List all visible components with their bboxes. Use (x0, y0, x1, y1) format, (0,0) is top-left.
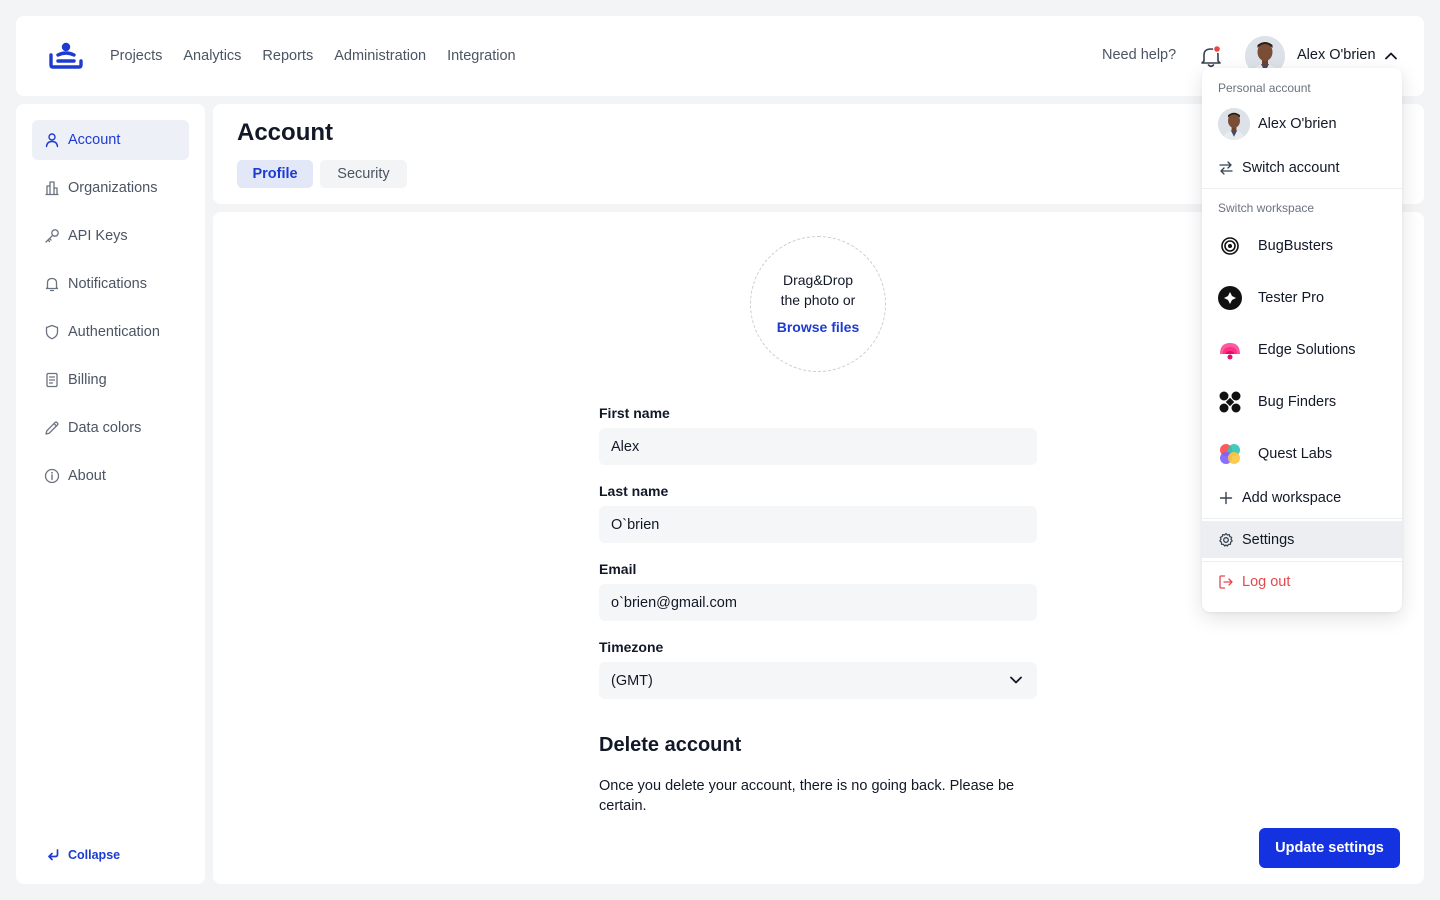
sidebar-item-organizations[interactable]: Organizations (32, 168, 189, 208)
timezone-value: (GMT) (611, 672, 653, 689)
page-title: Account (237, 119, 333, 146)
sidebar-item-authentication[interactable]: Authentication (32, 312, 189, 352)
logout-icon (1218, 574, 1234, 590)
first-name-value: Alex (611, 438, 640, 455)
workspace-label: Bug Finders (1258, 394, 1337, 410)
user-dropdown-menu: Personal account Alex O'brien Switch acc… (1202, 68, 1402, 612)
menu-divider (1202, 561, 1402, 562)
last-name-value: O`brien (611, 516, 660, 533)
tab-profile[interactable]: Profile (237, 160, 313, 188)
last-name-input[interactable]: O`brien (599, 506, 1037, 543)
photo-dropzone[interactable]: Drag&Drop the photo or Browse files (750, 236, 886, 372)
personal-account-item[interactable]: Alex O'brien (1202, 108, 1402, 140)
timezone-label: Timezone (599, 639, 664, 655)
swap-arrows-icon (1218, 160, 1234, 176)
switch-workspace-section-label: Switch workspace (1218, 201, 1315, 215)
sidebar-item-about[interactable]: About (32, 456, 189, 496)
sidebar-item-label: API Keys (68, 228, 128, 244)
quest-labs-logo-icon (1218, 442, 1242, 466)
sidebar-item-notifications[interactable]: Notifications (32, 264, 189, 304)
nav-analytics[interactable]: Analytics (183, 48, 241, 64)
edge-solutions-logo-icon (1218, 338, 1242, 362)
log-out-item[interactable]: Log out (1202, 570, 1402, 594)
settings-label: Settings (1242, 531, 1295, 548)
workspace-item-bug-finders[interactable]: Bug Finders (1202, 390, 1402, 414)
tester-pro-logo-icon (1218, 286, 1242, 310)
update-settings-button[interactable]: Update settings (1259, 828, 1400, 868)
return-arrow-icon (48, 849, 59, 861)
sidebar-item-account[interactable]: Account (32, 120, 189, 160)
chevron-up-icon[interactable] (1384, 49, 1398, 63)
timezone-select[interactable]: (GMT) (599, 662, 1037, 699)
workspace-item-bugbusters[interactable]: BugBusters (1202, 234, 1402, 258)
user-icon (44, 132, 60, 148)
collapse-sidebar-button[interactable]: Collapse (46, 848, 120, 862)
shield-icon (44, 324, 60, 340)
personal-account-section-label: Personal account (1218, 81, 1311, 95)
email-value: o`brien@gmail.com (611, 594, 737, 611)
sidebar-item-label: Notifications (68, 276, 147, 292)
first-name-input[interactable]: Alex (599, 428, 1037, 465)
sidebar-item-api-keys[interactable]: API Keys (32, 216, 189, 256)
switch-account-label: Switch account (1242, 160, 1340, 176)
last-name-label: Last name (599, 483, 669, 499)
notifications-bell-icon[interactable] (1200, 44, 1222, 68)
workspace-label: Tester Pro (1258, 290, 1325, 306)
app-logo-icon[interactable] (48, 42, 84, 70)
first-name-label: First name (599, 405, 670, 421)
gear-icon (1218, 532, 1234, 548)
switch-account-item[interactable]: Switch account (1202, 156, 1402, 180)
receipt-icon (44, 372, 60, 388)
menu-divider (1202, 518, 1402, 519)
sidebar-item-label: About (68, 468, 106, 484)
workspace-item-tester-pro[interactable]: Tester Pro (1202, 286, 1402, 310)
add-workspace-label: Add workspace (1242, 490, 1342, 506)
workspace-label: BugBusters (1258, 238, 1333, 254)
dropzone-text-line1: Drag&Drop (782, 272, 854, 288)
building-icon (44, 180, 60, 196)
sidebar-item-label: Data colors (68, 420, 142, 436)
workspace-item-edge-solutions[interactable]: Edge Solutions (1202, 338, 1402, 362)
nav-reports[interactable]: Reports (262, 48, 313, 64)
nav-projects[interactable]: Projects (110, 48, 162, 64)
key-icon (44, 228, 60, 244)
notification-dot (1213, 44, 1222, 54)
bell-icon (44, 276, 60, 292)
settings-sidebar: Account Organizations API Keys Notificat… (16, 104, 205, 884)
workspace-label: Quest Labs (1258, 446, 1333, 462)
sidebar-item-label: Billing (68, 372, 107, 388)
sidebar-item-label: Account (68, 132, 121, 148)
personal-account-name: Alex O'brien (1258, 116, 1337, 132)
sidebar-item-billing[interactable]: Billing (32, 360, 189, 400)
chevron-down-icon (1010, 676, 1022, 684)
user-avatar-small (1218, 108, 1250, 140)
collapse-label: Collapse (68, 848, 121, 862)
email-input[interactable]: o`brien@gmail.com (599, 584, 1037, 621)
sidebar-item-data-colors[interactable]: Data colors (32, 408, 189, 448)
user-menu-name[interactable]: Alex O'brien (1297, 47, 1376, 63)
bugbusters-logo-icon (1218, 234, 1242, 258)
need-help-link[interactable]: Need help? (1102, 47, 1176, 63)
workspace-item-quest-labs[interactable]: Quest Labs (1202, 442, 1402, 466)
log-out-label: Log out (1242, 574, 1291, 590)
delete-account-text: Once you delete your account, there is n… (599, 778, 1015, 814)
main-nav: Projects Analytics Reports Administratio… (110, 16, 537, 96)
menu-divider (1202, 188, 1402, 189)
settings-item[interactable]: Settings (1202, 521, 1402, 558)
dropzone-text-line2: the photo or (780, 292, 856, 308)
nav-administration[interactable]: Administration (334, 48, 426, 64)
nav-integration[interactable]: Integration (447, 48, 516, 64)
email-label: Email (599, 561, 637, 577)
tab-security[interactable]: Security (320, 160, 407, 188)
bug-finders-logo-icon (1218, 390, 1242, 414)
sidebar-item-label: Authentication (68, 324, 160, 340)
delete-account-title: Delete account (599, 734, 742, 756)
sidebar-item-label: Organizations (68, 180, 158, 196)
add-workspace-item[interactable]: Add workspace (1202, 486, 1402, 510)
browse-files-link[interactable]: Browse files (751, 319, 885, 335)
info-icon (44, 468, 60, 484)
workspace-label: Edge Solutions (1258, 342, 1356, 358)
plus-icon (1218, 490, 1234, 506)
pen-icon (44, 420, 60, 436)
